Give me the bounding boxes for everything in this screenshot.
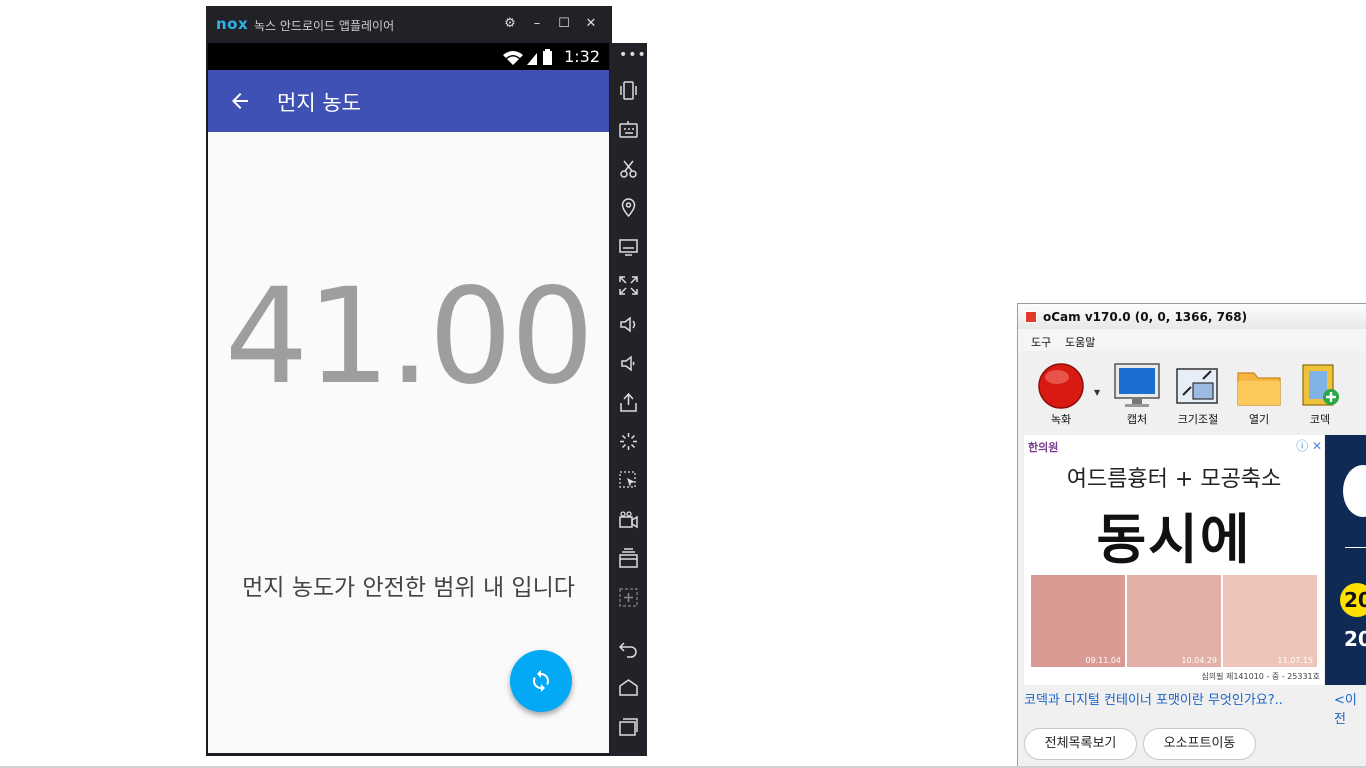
close-button[interactable]: ✕	[581, 14, 601, 34]
ad-date-3: 11.07.15	[1277, 656, 1313, 665]
page-title: 먼지 농도	[277, 91, 361, 115]
volume-down-icon[interactable]	[618, 353, 639, 374]
android-status-bar: 1:32	[208, 43, 609, 70]
back-arrow-icon[interactable]	[228, 89, 252, 113]
menu-tools[interactable]: 도구	[1031, 334, 1051, 350]
video-record-icon[interactable]	[618, 509, 639, 530]
codec-icon	[1302, 364, 1339, 406]
location-icon[interactable]	[618, 197, 639, 218]
ad-divider	[1345, 547, 1366, 548]
ad-main-text: 동시에	[1096, 508, 1252, 571]
ohsoft-button[interactable]: 오소프트이동	[1143, 728, 1256, 760]
dust-value: 41.00	[224, 260, 595, 414]
ad-seal	[1343, 465, 1366, 517]
ad-photo-3: 11.07.15	[1223, 575, 1317, 667]
monitor-icon	[1114, 363, 1160, 407]
ad-photo-1: 09.11.04	[1031, 575, 1125, 667]
codec-label: 코덱	[1309, 413, 1331, 426]
open-button[interactable]: 열기	[1232, 361, 1286, 429]
nox-sidebar: •••	[610, 43, 647, 756]
keyboard-icon[interactable]	[618, 119, 639, 140]
ocam-toolbar: 녹화 ▼ 캡처 크기조절 열기 코덱	[1018, 351, 1366, 435]
ocam-title: oCam v170.0 (0, 0, 1366, 768)	[1043, 310, 1248, 324]
back-icon[interactable]	[618, 638, 639, 659]
advertisement-2[interactable]: 20 20	[1325, 435, 1366, 685]
scissors-icon[interactable]	[618, 158, 639, 179]
ad-brand: 한의원	[1028, 441, 1059, 454]
ocam-menu-bar: 도구 도움말	[1018, 329, 1366, 351]
nox-title-bar[interactable]: nox 녹스 안드로이드 앱플레이어 ⚙ – ☐ ✕	[206, 6, 612, 43]
apk-icon[interactable]	[618, 392, 639, 413]
clock: 1:32	[564, 47, 600, 66]
resize-button[interactable]: 크기조절	[1171, 361, 1225, 429]
dust-status-message: 먼지 농도가 안전한 범위 내 입니다	[242, 575, 575, 601]
shake-icon[interactable]	[618, 80, 639, 101]
nox-window: nox 녹스 안드로이드 앱플레이어 ⚙ – ☐ ✕ 1:32 먼지 농도 41…	[206, 6, 612, 756]
codec-button[interactable]: 코덱	[1293, 361, 1347, 429]
resize-icon	[1176, 368, 1218, 404]
resize-label: 크기조절	[1177, 413, 1219, 426]
refresh-button[interactable]	[510, 650, 572, 712]
record-label: 녹화	[1050, 413, 1072, 426]
app-content: 41.00 먼지 농도가 안전한 범위 내 입니다	[208, 132, 609, 753]
record-button[interactable]: 녹화	[1034, 361, 1088, 429]
folder-icon	[1237, 372, 1281, 406]
ad-photo-2: 10.04.29	[1127, 575, 1221, 667]
refresh-icon	[533, 670, 549, 692]
open-label: 열기	[1248, 413, 1270, 426]
previous-link[interactable]: <이전	[1334, 689, 1366, 727]
settings-icon[interactable]: ⚙	[500, 14, 520, 34]
ocam-window: oCam v170.0 (0, 0, 1366, 768) 도구 도움말 녹화 …	[1017, 303, 1366, 768]
ad-date-1: 09.11.04	[1085, 656, 1121, 665]
multi-instance-icon[interactable]	[618, 548, 639, 569]
macro-icon[interactable]	[618, 470, 639, 491]
home-icon[interactable]	[618, 677, 639, 698]
minimize-button[interactable]: –	[527, 14, 547, 34]
more-icon[interactable]: •••	[619, 47, 647, 63]
ad-headline: 여드름흉터 + 모공축소	[1066, 467, 1282, 492]
screen-icon[interactable]	[618, 236, 639, 257]
nox-logo: nox	[216, 15, 249, 33]
capture-button[interactable]: 캡처	[1110, 361, 1164, 429]
window-title: 녹스 안드로이드 앱플레이어	[254, 19, 395, 33]
volume-up-icon[interactable]	[618, 314, 639, 335]
signal-icons	[503, 49, 552, 65]
recent-apps-icon[interactable]	[618, 716, 639, 737]
maximize-button[interactable]: ☐	[554, 14, 574, 34]
fullscreen-icon[interactable]	[618, 275, 639, 296]
ocam-title-bar[interactable]: oCam v170.0 (0, 0, 1366, 768)	[1018, 304, 1366, 329]
add-icon[interactable]	[618, 587, 639, 608]
view-all-button[interactable]: 전체목록보기	[1024, 728, 1137, 760]
loading-icon[interactable]	[618, 431, 639, 452]
record-icon	[1038, 363, 1084, 409]
app-bar: 먼지 농도	[208, 70, 609, 132]
ad-footer: 심의필 제141010 - 중 - 25331호	[1201, 672, 1320, 681]
ad-close-icon[interactable]: ⓘ ✕	[1296, 437, 1322, 454]
record-dropdown-icon[interactable]: ▼	[1094, 388, 1100, 397]
ad-badge: 20	[1340, 583, 1366, 617]
advertisement[interactable]: 한의원 ⓘ ✕ 여드름흉터 + 모공축소 동시에 09.11.04 10.04.…	[1024, 435, 1324, 685]
ad-year: 20	[1344, 627, 1366, 651]
capture-label: 캡처	[1126, 413, 1148, 426]
ad-date-2: 10.04.29	[1181, 656, 1217, 665]
menu-help[interactable]: 도움말	[1065, 334, 1095, 350]
codec-article-link[interactable]: 코덱과 디지털 컨테이너 포맷이란 무엇인가요?..	[1024, 689, 1283, 708]
ocam-app-icon	[1025, 311, 1037, 323]
